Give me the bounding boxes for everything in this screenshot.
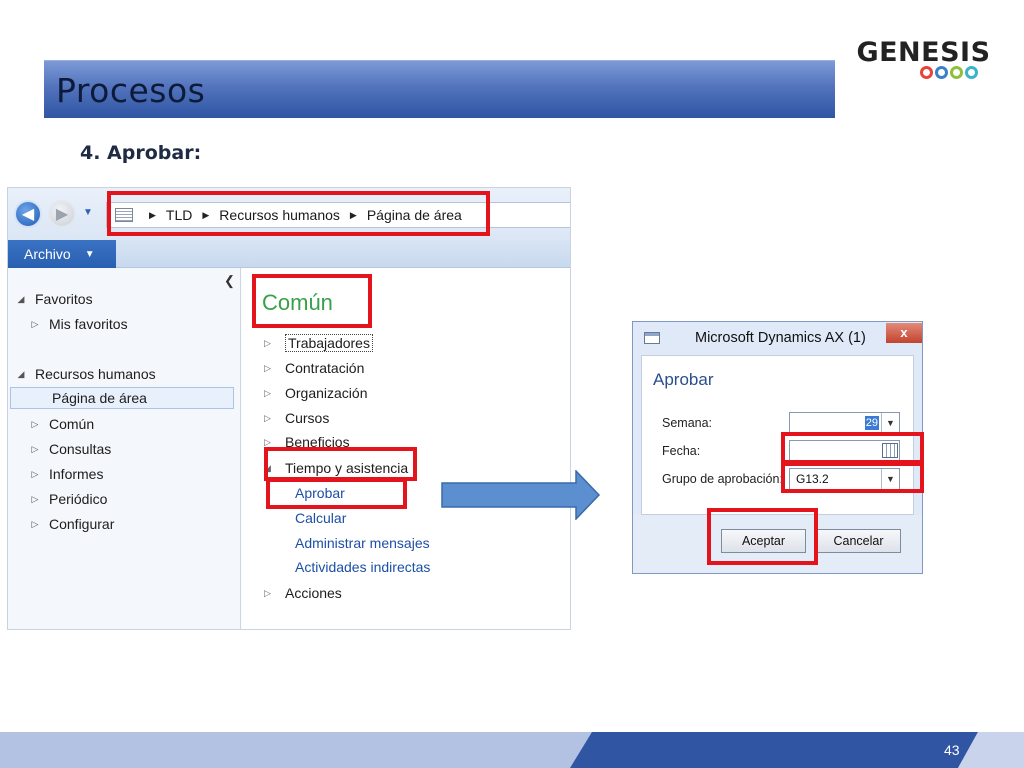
link-calcular[interactable]: Calcular — [295, 507, 346, 529]
group-cursos[interactable]: ▷ Cursos — [264, 407, 329, 429]
group-label: Contratación — [285, 360, 365, 376]
collapsed-triangle-icon: ▷ — [31, 518, 39, 529]
collapsed-triangle-icon: ▷ — [31, 493, 39, 504]
logo-ring-icon — [950, 66, 963, 79]
collapsed-triangle-icon: ▷ — [264, 337, 271, 348]
dialog-titlebar: Microsoft Dynamics AX (1) — [633, 322, 922, 354]
highlight-breadcrumb — [107, 191, 490, 236]
collapse-pane-icon[interactable]: ❮ — [224, 273, 235, 289]
slide-title-bar: Procesos — [44, 60, 835, 118]
tree-comun[interactable]: ▷ Común — [8, 413, 234, 435]
link-actividades-indirectas[interactable]: Actividades indirectas — [295, 556, 430, 578]
collapsed-triangle-icon: ▷ — [264, 387, 271, 398]
slide-footer — [0, 732, 1024, 768]
archivo-label: Archivo — [24, 246, 71, 262]
expanded-triangle-icon: ◢ — [17, 368, 25, 379]
chevron-down-icon: ▼ — [84, 248, 95, 260]
collapsed-triangle-icon: ▷ — [264, 587, 271, 598]
archivo-menu-button[interactable]: Archivo ▼ — [8, 240, 116, 268]
logo-ring-icon — [920, 66, 933, 79]
tree-favoritos[interactable]: ◢ Favoritos — [8, 288, 234, 310]
tree-periodico[interactable]: ▷ Periódico — [8, 488, 234, 510]
close-button[interactable]: x — [886, 323, 922, 343]
tree-label: Informes — [49, 466, 104, 482]
right-arrow-icon — [441, 470, 601, 520]
dialog-heading: Aprobar — [653, 370, 714, 389]
logo-wordmark: GENESIS — [856, 37, 991, 68]
group-acciones[interactable]: ▷ Acciones — [264, 582, 342, 604]
logo-rings — [920, 66, 980, 80]
highlight-aprobar — [266, 478, 407, 509]
grupo-aprobacion-label: Grupo de aprobación: — [662, 472, 783, 486]
link-administrar-mensajes[interactable]: Administrar mensajes — [295, 532, 430, 554]
logo-ring-icon — [965, 66, 978, 79]
group-label: Trabajadores — [285, 334, 373, 352]
ribbon: Archivo ▼ — [8, 240, 570, 268]
semana-value: 29 — [864, 416, 879, 430]
tree-label: Periódico — [49, 491, 108, 507]
tree-recursos-humanos[interactable]: ◢ Recursos humanos — [8, 363, 234, 385]
fecha-label: Fecha: — [662, 444, 701, 458]
forward-arrow-icon[interactable]: ▶ — [48, 200, 76, 228]
tree-consultas[interactable]: ▷ Consultas — [8, 438, 234, 460]
dialog-title: Microsoft Dynamics AX (1) — [695, 330, 866, 346]
semana-label: Semana: — [662, 416, 713, 430]
tree-configurar[interactable]: ▷ Configurar — [8, 513, 234, 535]
window-icon — [644, 332, 660, 344]
tree-label: Recursos humanos — [35, 366, 156, 382]
group-label: Acciones — [285, 585, 342, 601]
group-label: Organización — [285, 385, 368, 401]
tree-label: Común — [49, 416, 95, 432]
tree-label: Favoritos — [35, 291, 93, 307]
collapsed-triangle-icon: ▷ — [31, 443, 39, 454]
group-trabajadores[interactable]: ▷ Trabajadores — [264, 332, 373, 354]
collapsed-triangle-icon: ▷ — [264, 436, 271, 447]
highlight-grupo-aprobacion — [781, 460, 924, 493]
group-contratacion[interactable]: ▷ Contratación — [264, 357, 364, 379]
tree-label: Mis favoritos — [49, 316, 128, 332]
back-arrow-icon[interactable]: ◀ — [14, 200, 42, 228]
tree-informes[interactable]: ▷ Informes — [8, 463, 234, 485]
highlight-comun — [252, 274, 372, 328]
highlight-tiempo-y-asistencia — [264, 447, 417, 481]
collapsed-triangle-icon: ▷ — [31, 318, 39, 329]
cancelar-button[interactable]: Cancelar — [816, 529, 901, 553]
collapsed-triangle-icon: ▷ — [31, 468, 39, 479]
tree-pagina-de-area[interactable]: Página de área — [10, 387, 234, 409]
collapsed-triangle-icon: ▷ — [264, 412, 271, 423]
group-organizacion[interactable]: ▷ Organización — [264, 382, 368, 404]
expanded-triangle-icon: ◢ — [17, 293, 25, 304]
tree-label: Página de área — [52, 390, 147, 406]
chevron-down-icon[interactable]: ▼ — [881, 413, 899, 433]
ax-main-window: ◀ ▶ ▼ ▶ TLD ▶ Recursos humanos ▶ Página … — [7, 187, 571, 630]
tree-mis-favoritos[interactable]: ▷ Mis favoritos — [8, 313, 234, 335]
genesis-logo: GENESIS — [856, 37, 991, 85]
page-number: 43 — [944, 742, 960, 758]
semana-field[interactable]: 29 ▼ — [789, 412, 900, 434]
group-label: Cursos — [285, 410, 330, 426]
navigation-pane: ❮ ◢ Favoritos ▷ Mis favoritos ◢ Recursos… — [8, 268, 241, 629]
slide-title: Procesos — [56, 71, 206, 110]
tree-label: Configurar — [49, 516, 115, 532]
history-dropdown-icon[interactable]: ▼ — [83, 207, 93, 218]
collapsed-triangle-icon: ▷ — [264, 362, 271, 373]
collapsed-triangle-icon: ▷ — [31, 418, 39, 429]
tree-label: Consultas — [49, 441, 112, 457]
slide-subtitle: 4. Aprobar: — [80, 142, 202, 164]
logo-ring-icon — [935, 66, 948, 79]
highlight-aceptar — [707, 508, 818, 565]
